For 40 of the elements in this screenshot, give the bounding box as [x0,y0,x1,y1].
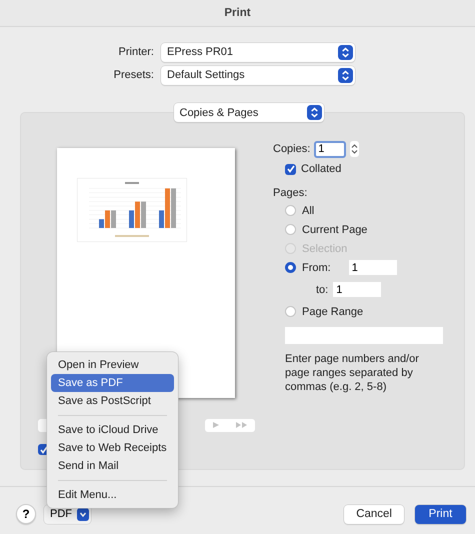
page-range-field[interactable] [285,327,443,344]
option-label: All [302,204,314,216]
option-label: From: [302,262,331,274]
radio-button[interactable] [285,262,296,273]
from-field[interactable]: 1 [348,260,397,275]
collated-label: Collated [301,163,342,175]
hint-text: Enter page numbers and/or page ranges separated by commas (e.g. 2, 5-8) [285,352,420,394]
collated-checkbox[interactable] [285,164,296,174]
cancel-button[interactable]: Cancel [344,504,404,524]
chevron-icon [77,508,89,520]
option-label: Current Page [302,224,368,236]
stepper-icon[interactable] [350,141,360,157]
help-button[interactable]: ? [16,504,36,524]
menu-item[interactable]: Save as PostScript [51,392,174,410]
radio-button[interactable] [285,306,296,317]
menu-item[interactable]: Save to iCloud Drive [51,421,174,439]
section-popup[interactable]: Copies & Pages [174,103,324,122]
presets-label: Presets: [112,69,155,81]
menu-item[interactable]: Save to Web Receipts [51,439,174,457]
stepper-icon [338,44,353,60]
menu-item[interactable]: Open in Preview [51,356,174,374]
printer-popup[interactable]: EPress PR01 [161,42,355,62]
next-page-icon [213,422,220,428]
printer-label: Printer: [118,46,155,58]
stepper-icon [306,105,322,120]
to-field[interactable]: 1 [333,282,382,297]
menu-item[interactable]: Send in Mail [51,457,174,475]
last-page-icon [236,422,247,428]
print-button[interactable]: Print [415,504,466,524]
radio-button[interactable] [285,205,296,216]
menu-item[interactable]: Save as PDF [51,374,174,392]
radio-button[interactable] [285,224,296,235]
stepper-icon [338,68,353,82]
presets-popup[interactable]: Default Settings [161,66,355,84]
copies-field[interactable]: 1 [314,140,346,158]
menu-item[interactable]: Edit Menu... [51,486,174,504]
copies-label: Copies: [273,143,310,155]
to-label: to: [316,284,328,296]
pages-label: Pages: [273,186,308,200]
option-label: Page Range [302,306,364,318]
